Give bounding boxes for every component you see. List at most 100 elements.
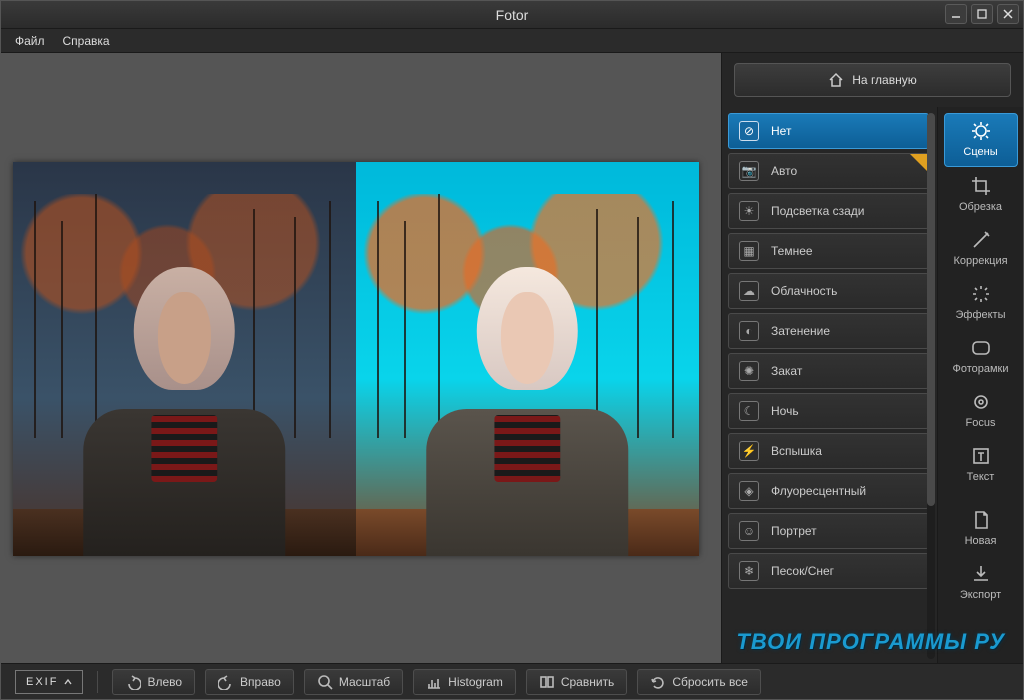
text-icon xyxy=(970,445,992,467)
canvas-area xyxy=(1,53,721,665)
tool-effects[interactable]: Эффекты xyxy=(944,277,1018,329)
reset-button[interactable]: Сбросить все xyxy=(637,669,761,695)
scene-icon: ☾ xyxy=(739,401,759,421)
title-bar: Fotor xyxy=(1,1,1023,29)
close-button[interactable] xyxy=(997,4,1019,24)
scene-item-11[interactable]: ❄ Песок/Снег xyxy=(728,553,929,589)
scene-icon: ☺ xyxy=(739,521,759,541)
compare-button[interactable]: Сравнить xyxy=(526,669,627,695)
compare-icon xyxy=(539,674,555,690)
scene-label: Затенение xyxy=(771,324,830,338)
tool-label: Focus xyxy=(966,417,996,429)
tool-new[interactable]: Новая xyxy=(944,503,1018,555)
scene-label: Нет xyxy=(771,124,791,138)
bottom-bar: EXIF Влево Вправо Масштаб Histogram Сравнить… xyxy=(1,663,1023,699)
scenes-icon xyxy=(970,120,992,142)
histogram-button[interactable]: Histogram xyxy=(413,669,516,695)
scene-label: Подсветка сзади xyxy=(771,204,864,218)
frames-icon xyxy=(970,337,992,359)
scene-icon: ◈ xyxy=(739,481,759,501)
adjust-icon xyxy=(970,229,992,251)
scene-item-1[interactable]: 📷 Авто xyxy=(728,153,929,189)
scene-item-4[interactable]: ☁Облачность xyxy=(728,273,929,309)
scrollbar-thumb[interactable] xyxy=(927,113,935,506)
scene-icon: ☀ xyxy=(739,201,759,221)
scene-item-10[interactable]: ☺Портрет xyxy=(728,513,929,549)
histogram-icon xyxy=(426,674,442,690)
home-icon xyxy=(828,72,844,88)
app-title: Fotor xyxy=(496,7,529,23)
button-label: Влево xyxy=(147,675,182,689)
separator xyxy=(97,671,98,693)
tool-label: Эффекты xyxy=(955,309,1005,321)
scene-icon: ◐ xyxy=(739,321,759,341)
tool-frames[interactable]: Фоторамки xyxy=(944,331,1018,383)
rotate-right-icon xyxy=(218,674,234,690)
button-label: Масштаб xyxy=(339,675,390,689)
tool-adjust[interactable]: Коррекция xyxy=(944,223,1018,275)
menu-help[interactable]: Справка xyxy=(63,34,110,48)
tool-crop[interactable]: Обрезка xyxy=(944,169,1018,221)
tool-scenes[interactable]: Сцены xyxy=(944,113,1018,167)
tool-label: Новая xyxy=(965,535,997,547)
effects-icon xyxy=(970,283,992,305)
star-badge-icon xyxy=(910,154,928,172)
scene-icon: ⊘ xyxy=(739,121,759,141)
tool-strip: Сцены Обрезка Коррекция Эффекты Фоторамки Foc… xyxy=(937,107,1023,665)
rotate-left-icon xyxy=(125,674,141,690)
scene-label: Облачность xyxy=(771,284,837,298)
button-label: Сбросить все xyxy=(672,675,748,689)
photo-original xyxy=(13,162,356,556)
tool-text[interactable]: Текст xyxy=(944,439,1018,491)
new-icon xyxy=(970,509,992,531)
scene-item-2[interactable]: ☀ Подсветка сзади xyxy=(728,193,929,229)
photo-edited xyxy=(356,162,699,556)
zoom-button[interactable]: Масштаб xyxy=(304,669,403,695)
button-label: Сравнить xyxy=(561,675,614,689)
scene-item-6[interactable]: ✺ Закат xyxy=(728,353,929,389)
minimize-button[interactable] xyxy=(945,4,967,24)
button-label: Histogram xyxy=(448,675,503,689)
reset-icon xyxy=(650,674,666,690)
focus-icon xyxy=(970,391,992,413)
button-label: Вправо xyxy=(240,675,281,689)
scene-label: Закат xyxy=(771,364,802,378)
menu-file[interactable]: Файл xyxy=(15,34,45,48)
rotate-left-button[interactable]: Влево xyxy=(112,669,195,695)
home-button[interactable]: На главную xyxy=(734,63,1011,97)
rotate-right-button[interactable]: Вправо xyxy=(205,669,294,695)
scene-icon: 📷 xyxy=(739,161,759,181)
maximize-button[interactable] xyxy=(971,4,993,24)
tool-export[interactable]: Экспорт xyxy=(944,557,1018,609)
scene-icon: ⚡ xyxy=(739,441,759,461)
tool-label: Обрезка xyxy=(959,201,1002,213)
scene-label: Темнее xyxy=(771,244,813,258)
exif-button[interactable]: EXIF xyxy=(15,670,83,694)
scene-item-7[interactable]: ☾ Ночь xyxy=(728,393,929,429)
home-button-label: На главную xyxy=(852,73,916,87)
scene-label: Флуоресцентный xyxy=(771,484,866,498)
export-icon xyxy=(970,563,992,585)
right-panel: На главную ⊘ Нет 📷 Авто ☀ Подсветка сзади ▦Тем… xyxy=(721,53,1023,665)
scene-item-8[interactable]: ⚡Вспышка xyxy=(728,433,929,469)
window-controls xyxy=(945,4,1019,24)
scene-icon: ❄ xyxy=(739,561,759,581)
scene-item-3[interactable]: ▦Темнее xyxy=(728,233,929,269)
crop-icon xyxy=(970,175,992,197)
scrollbar[interactable] xyxy=(927,113,935,659)
photo-compare[interactable] xyxy=(13,162,699,556)
scene-item-9[interactable]: ◈ Флуоресцентный xyxy=(728,473,929,509)
scene-item-0[interactable]: ⊘ Нет xyxy=(728,113,929,149)
tool-label: Текст xyxy=(967,471,995,483)
menu-bar: Файл Справка xyxy=(1,29,1023,53)
tool-label: Коррекция xyxy=(953,255,1007,267)
bottom-buttons: Влево Вправо Масштаб Histogram Сравнить Сброс… xyxy=(112,669,760,695)
scene-label: Авто xyxy=(771,164,797,178)
scene-icon: ✺ xyxy=(739,361,759,381)
scene-label: Ночь xyxy=(771,404,799,418)
scene-item-5[interactable]: ◐ Затенение xyxy=(728,313,929,349)
watermark: ТВОИ ПРОГРАММЫ РУ xyxy=(736,629,1005,655)
tool-focus[interactable]: Focus xyxy=(944,385,1018,437)
scene-label: Песок/Снег xyxy=(771,564,834,578)
chevron-up-icon xyxy=(64,678,72,686)
